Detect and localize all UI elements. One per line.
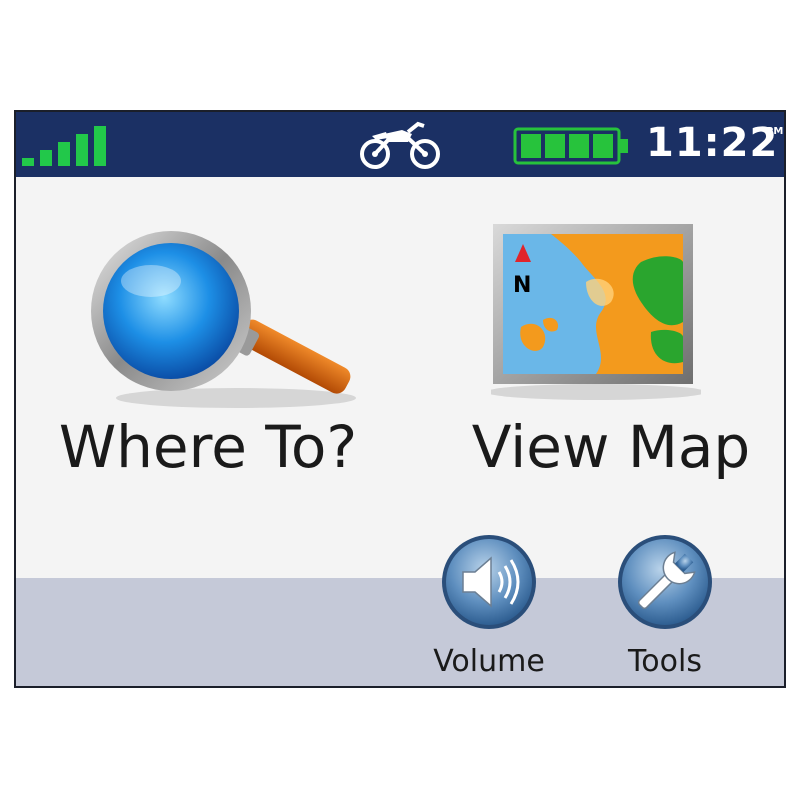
clock-meridiem: PM — [766, 126, 784, 137]
volume-button[interactable]: Volume — [433, 532, 545, 682]
tools-button[interactable]: Tools — [610, 532, 720, 682]
status-bar: 11:22 PM — [16, 112, 784, 177]
svg-text:N: N — [513, 273, 531, 298]
view-map-button[interactable]: N View Map — [446, 212, 776, 502]
view-map-label: View Map — [471, 413, 751, 481]
tools-label: Tools — [628, 644, 702, 679]
where-to-button[interactable]: Where To? — [56, 212, 376, 502]
motorcycle-icon — [360, 121, 440, 169]
clock-time: 11:22 — [646, 120, 779, 166]
magnifying-glass-icon — [91, 231, 356, 408]
device-screen: 11:22 PM Where To? N View Map Volume Too… — [14, 110, 786, 688]
map-icon: N — [491, 224, 701, 400]
where-to-label: Where To? — [58, 413, 358, 481]
wrench-icon — [618, 535, 712, 629]
battery-icon — [513, 127, 628, 165]
signal-strength-icon — [22, 126, 106, 166]
volume-label: Volume — [433, 644, 545, 679]
speaker-icon — [442, 535, 536, 629]
